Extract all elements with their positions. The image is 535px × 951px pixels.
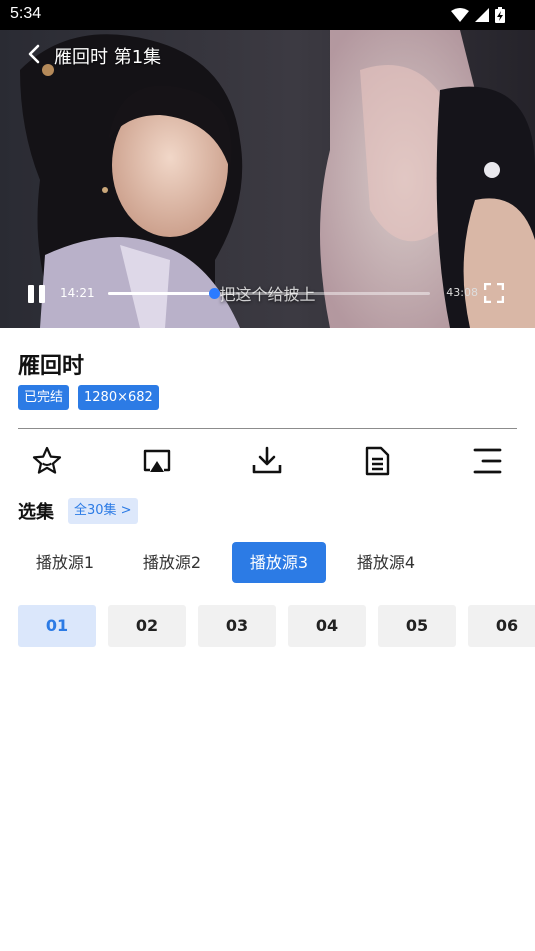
tab-source-2[interactable]: 播放源2	[125, 542, 219, 583]
status-time: 5:34	[10, 5, 42, 22]
fullscreen-icon[interactable]	[484, 283, 504, 303]
progress-fill	[108, 292, 215, 295]
current-time: 14:21	[60, 286, 95, 300]
status-badge: 已完结	[18, 385, 70, 410]
status-bar: 5:34	[0, 0, 535, 30]
download-icon[interactable]	[250, 444, 284, 478]
star-icon[interactable]	[30, 444, 64, 478]
total-time: 43:08	[446, 286, 478, 299]
episode-item-02[interactable]: 02	[108, 605, 186, 647]
show-title: 雁回时	[18, 354, 85, 379]
document-icon[interactable]	[360, 444, 394, 478]
divider	[18, 428, 517, 429]
pause-button[interactable]	[26, 283, 48, 305]
tab-source-3[interactable]: 播放源3	[232, 542, 326, 583]
tab-source-4[interactable]: 播放源4	[339, 542, 433, 583]
episode-item-05[interactable]: 05	[378, 605, 456, 647]
episodes-header: 选集 全30集 >	[18, 498, 138, 524]
back-icon[interactable]	[26, 44, 44, 64]
wifi-icon	[451, 8, 469, 22]
menu-icon[interactable]	[471, 444, 505, 478]
episode-item-04[interactable]: 04	[288, 605, 366, 647]
resolution-badge: 1280×682	[78, 385, 159, 410]
action-bar	[0, 444, 535, 478]
all-episodes-button[interactable]: 全30集 >	[68, 498, 138, 524]
video-title: 雁回时 第1集	[54, 47, 162, 68]
episode-list: 01 02 03 04 05 06	[18, 605, 535, 647]
video-player[interactable]: 雁回时 第1集 把这个给披上 14:21 43:08	[0, 30, 535, 328]
episode-item-03[interactable]: 03	[198, 605, 276, 647]
episode-item-01[interactable]: 01	[18, 605, 96, 647]
tab-source-1[interactable]: 播放源1	[18, 542, 112, 583]
pause-icon-bar	[39, 285, 45, 303]
signal-icon	[475, 8, 489, 22]
show-tags: 已完结 1280×682	[18, 385, 159, 410]
pause-icon	[28, 285, 34, 303]
episodes-label: 选集	[18, 502, 54, 523]
progress-slider[interactable]	[108, 288, 430, 299]
cast-icon[interactable]	[140, 444, 174, 478]
show-info: 雁回时	[18, 348, 84, 380]
system-icons	[451, 7, 505, 23]
source-tabs: 播放源1 播放源2 播放源3 播放源4	[18, 542, 433, 583]
battery-charging-icon	[495, 7, 505, 23]
episode-item-06[interactable]: 06	[468, 605, 535, 647]
